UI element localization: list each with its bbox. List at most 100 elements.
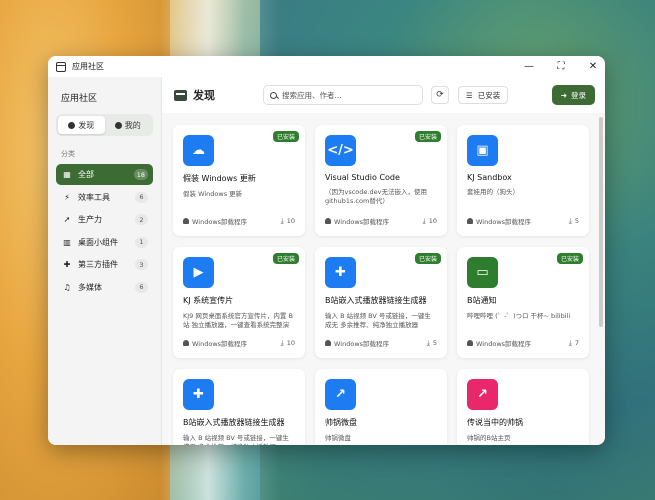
- category-label: 桌面小组件: [78, 237, 118, 247]
- header-bar: 发现 ⟳ ☰ 已安装 ➜ 登录: [162, 77, 605, 113]
- app-card[interactable]: ↗ 帅锅微盘 帅锅微盘: [315, 369, 447, 445]
- page-title: 发现: [193, 89, 215, 102]
- user-icon: [183, 340, 189, 346]
- main-panel: 发现 ⟳ ☰ 已安装 ➜ 登录 已安装☁假装 Windows 更新假装 Wind…: [162, 77, 605, 445]
- app-card[interactable]: ✚ B站嵌入式播放器链接生成器输入 B 站视频 BV 号或链接，一键生成无 多余推…: [173, 369, 305, 445]
- compass-icon: [68, 121, 76, 129]
- music-icon: ♫: [63, 282, 71, 292]
- window-title: 应用社区: [72, 62, 104, 71]
- login-icon: ➜: [560, 90, 567, 100]
- installed-badge: 已安装: [556, 253, 583, 264]
- app-name: KJ Sandbox: [467, 173, 512, 182]
- download-icon: ⤓: [568, 216, 572, 225]
- category-section-label: 分类: [61, 150, 75, 158]
- app-author: Windows卸载程序: [192, 218, 248, 226]
- category-count: 2: [135, 214, 148, 225]
- card-footer: Windows卸载程序 ⤓ 10: [325, 216, 437, 226]
- title-bar: 应用社区 — ⛶ ✕: [48, 56, 605, 77]
- close-icon[interactable]: ✕: [587, 56, 599, 77]
- app-author: Windows卸载程序: [476, 218, 532, 226]
- app-card[interactable]: 已安装 ▶ KJ 系统宣传片 KJ9 网页桌面系统官方宣传片，内置 B 站 独立播放器…: [173, 247, 305, 358]
- user-icon: [467, 218, 473, 224]
- download-count: 10: [286, 217, 295, 225]
- app-name: B站嵌入式播放器链接生成器: [183, 418, 285, 427]
- user-icon: [325, 340, 331, 346]
- maximize-icon[interactable]: ⛶: [555, 56, 567, 77]
- app-description: 套娃用的（狗头）: [467, 188, 519, 196]
- scrollbar-thumb[interactable]: [599, 117, 603, 327]
- tab-discover-label: 发现: [78, 120, 95, 130]
- app-name: B站通知: [467, 296, 497, 305]
- refresh-button[interactable]: ⟳: [431, 86, 449, 104]
- scrollbar[interactable]: [599, 117, 603, 437]
- tab-discover[interactable]: 发现: [58, 116, 105, 134]
- category-label: 多媒体: [78, 282, 102, 292]
- card-footer: Windows卸载程序 ⤓ 5: [325, 338, 437, 348]
- code-icon: </>: [325, 135, 356, 166]
- category-count: 18: [133, 169, 148, 180]
- category-item[interactable]: ♫ 多媒体 6: [56, 277, 153, 298]
- category-item[interactable]: ➚ 生产力 2: [56, 209, 153, 230]
- app-card[interactable]: ▣ KJ Sandbox 套娃用的（狗头） Windows卸载程序 ⤓ 5: [457, 125, 589, 236]
- card-footer: Windows卸载程序 ⤓ 7: [467, 338, 579, 348]
- app-description: 哔哩哔哩 (゜-゜)つロ 干杯~ bilibili: [467, 312, 571, 320]
- app-icon-glyph: ✚: [193, 387, 204, 402]
- installed-filter-button[interactable]: ☰ 已安装: [458, 86, 509, 104]
- category-label: 全部: [78, 170, 94, 179]
- user-icon: [325, 218, 331, 224]
- app-name: 帅锅微盘: [325, 418, 357, 427]
- login-button[interactable]: ➜ 登录: [551, 85, 595, 105]
- app-card[interactable]: ↗ 传说当中的帅锅 帅锅的B站主页: [457, 369, 589, 445]
- tab-mine-label: 我的: [124, 120, 141, 130]
- widget-icon: ▥: [63, 237, 71, 247]
- category-item[interactable]: ✚ 第三方插件 3: [56, 254, 153, 275]
- app-description: 假装 Windows 更新: [183, 190, 243, 198]
- external-link-icon: ↗: [467, 379, 498, 410]
- download-count: 5: [574, 217, 579, 225]
- puzzle-icon: ✚: [325, 257, 356, 288]
- external-link-icon: ↗: [325, 379, 356, 410]
- user-icon: [467, 340, 473, 346]
- puzzle-icon: ✚: [183, 379, 214, 410]
- sidebar-title: 应用社区: [61, 94, 98, 104]
- user-icon: [183, 218, 189, 224]
- category-item[interactable]: ▥ 桌面小组件 1: [56, 232, 153, 253]
- category-count: 6: [135, 281, 148, 293]
- app-description: （因为vscode.dev无法嵌入，使用github1s.com替代）: [325, 188, 427, 205]
- refresh-icon: ⟳: [436, 90, 444, 100]
- app-card[interactable]: 已安装 ☁ 假装 Windows 更新 假装 Windows 更新 Windows卸载程…: [173, 125, 305, 236]
- app-card[interactable]: 已安装 </> Visual Studio Code （因为vscode.dev无法嵌…: [315, 125, 447, 236]
- minimize-icon[interactable]: —: [523, 56, 535, 77]
- download-icon: ⤓: [426, 338, 430, 347]
- app-name: 假装 Windows 更新: [183, 174, 256, 183]
- app-name: B站嵌入式播放器链接生成器: [325, 296, 427, 305]
- card-footer: Windows卸载程序 ⤓ 5: [467, 216, 579, 226]
- installed-badge: 已安装: [272, 131, 299, 142]
- app-icon-glyph: ✚: [335, 265, 346, 280]
- category-item[interactable]: ⚡ 效率工具 6: [56, 187, 153, 208]
- category-item[interactable]: ▦ 全部 18: [56, 164, 153, 185]
- list-icon: ☰: [466, 90, 473, 100]
- app-description: 帅锅的B站主页: [467, 434, 511, 442]
- puzzle-icon: ✚: [63, 260, 71, 269]
- app-window: 应用社区 — ⛶ ✕ 应用社区 发现 我的 分类 ▦ 全部 18 ⚡ 效率工具 6 ➚ 生产力…: [48, 56, 605, 445]
- app-name: 传说当中的帅锅: [467, 418, 523, 427]
- store-icon: [174, 89, 187, 101]
- category-label: 效率工具: [78, 192, 110, 202]
- tab-mine[interactable]: 我的: [105, 116, 152, 134]
- app-icon-glyph: </>: [327, 143, 354, 158]
- category-label: 第三方插件: [78, 260, 118, 269]
- app-name: Visual Studio Code: [325, 173, 400, 182]
- download-count: 10: [428, 217, 437, 225]
- app-card[interactable]: 已安装 ✚ B站嵌入式播放器链接生成器 输入 B 站视频 BV 号或链接，一键生成无 …: [315, 247, 447, 358]
- category-count: 3: [135, 259, 148, 270]
- window-app-icon: [56, 61, 66, 72]
- search-input[interactable]: [282, 90, 412, 100]
- cloud-upload-icon: ☁: [183, 135, 214, 166]
- app-card[interactable]: 已安装 ▭ B站通知哔哩哔哩 (゜-゜)つロ 干杯~ bilibili Windows…: [457, 247, 589, 358]
- search-box[interactable]: [263, 85, 423, 105]
- video-icon: ▶: [183, 257, 214, 288]
- category-count: 1: [135, 236, 148, 248]
- app-icon-glyph: ▭: [476, 265, 489, 280]
- card-footer: Windows卸载程序 ⤓ 10: [183, 338, 295, 348]
